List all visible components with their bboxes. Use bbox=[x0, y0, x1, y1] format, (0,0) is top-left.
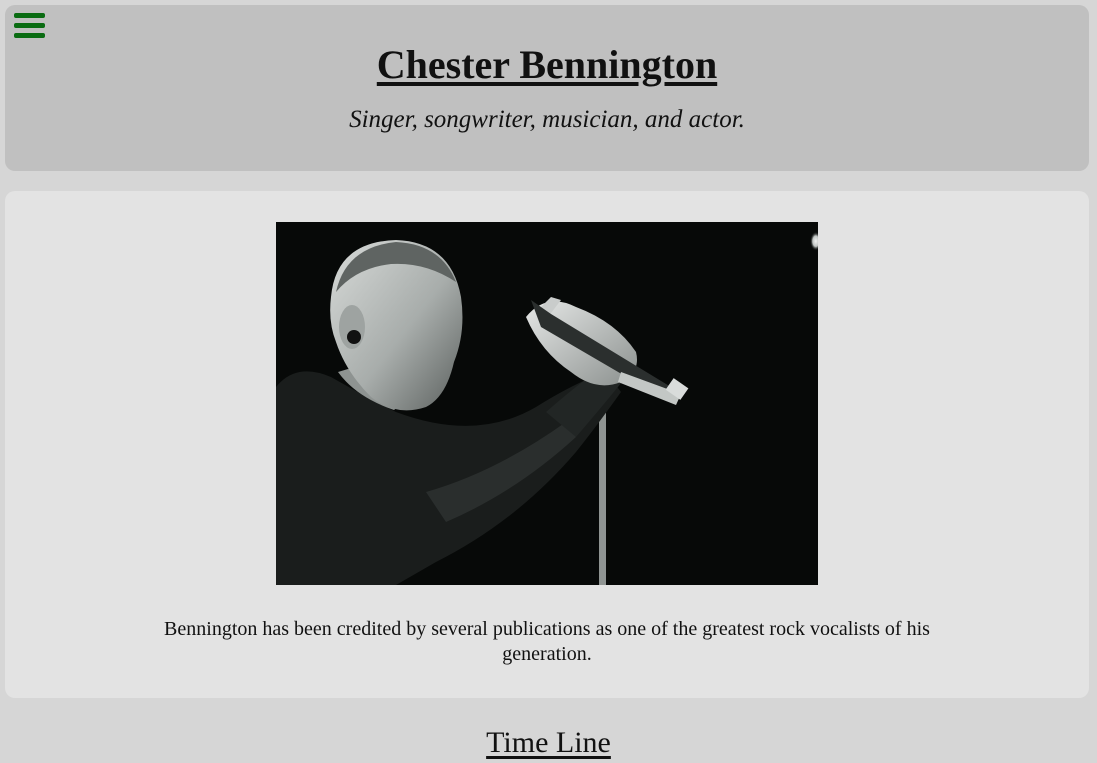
page-subtitle: Singer, songwriter, musician, and actor. bbox=[349, 106, 745, 133]
singer-photo bbox=[276, 222, 818, 585]
menu-bar bbox=[14, 22, 45, 28]
hamburger-menu-icon[interactable] bbox=[8, 8, 48, 42]
menu-bar bbox=[14, 32, 45, 38]
photo-caption: Bennington has been credited by several … bbox=[164, 618, 930, 665]
timeline-heading: Time Line bbox=[486, 726, 611, 759]
menu-bar bbox=[14, 12, 45, 18]
main-card: Bennington has been credited by several … bbox=[5, 191, 1089, 698]
singer-photo-illustration bbox=[276, 222, 818, 585]
page-header: Chester Bennington Singer, songwriter, m… bbox=[5, 5, 1089, 171]
page-title: Chester Bennington bbox=[376, 42, 718, 87]
